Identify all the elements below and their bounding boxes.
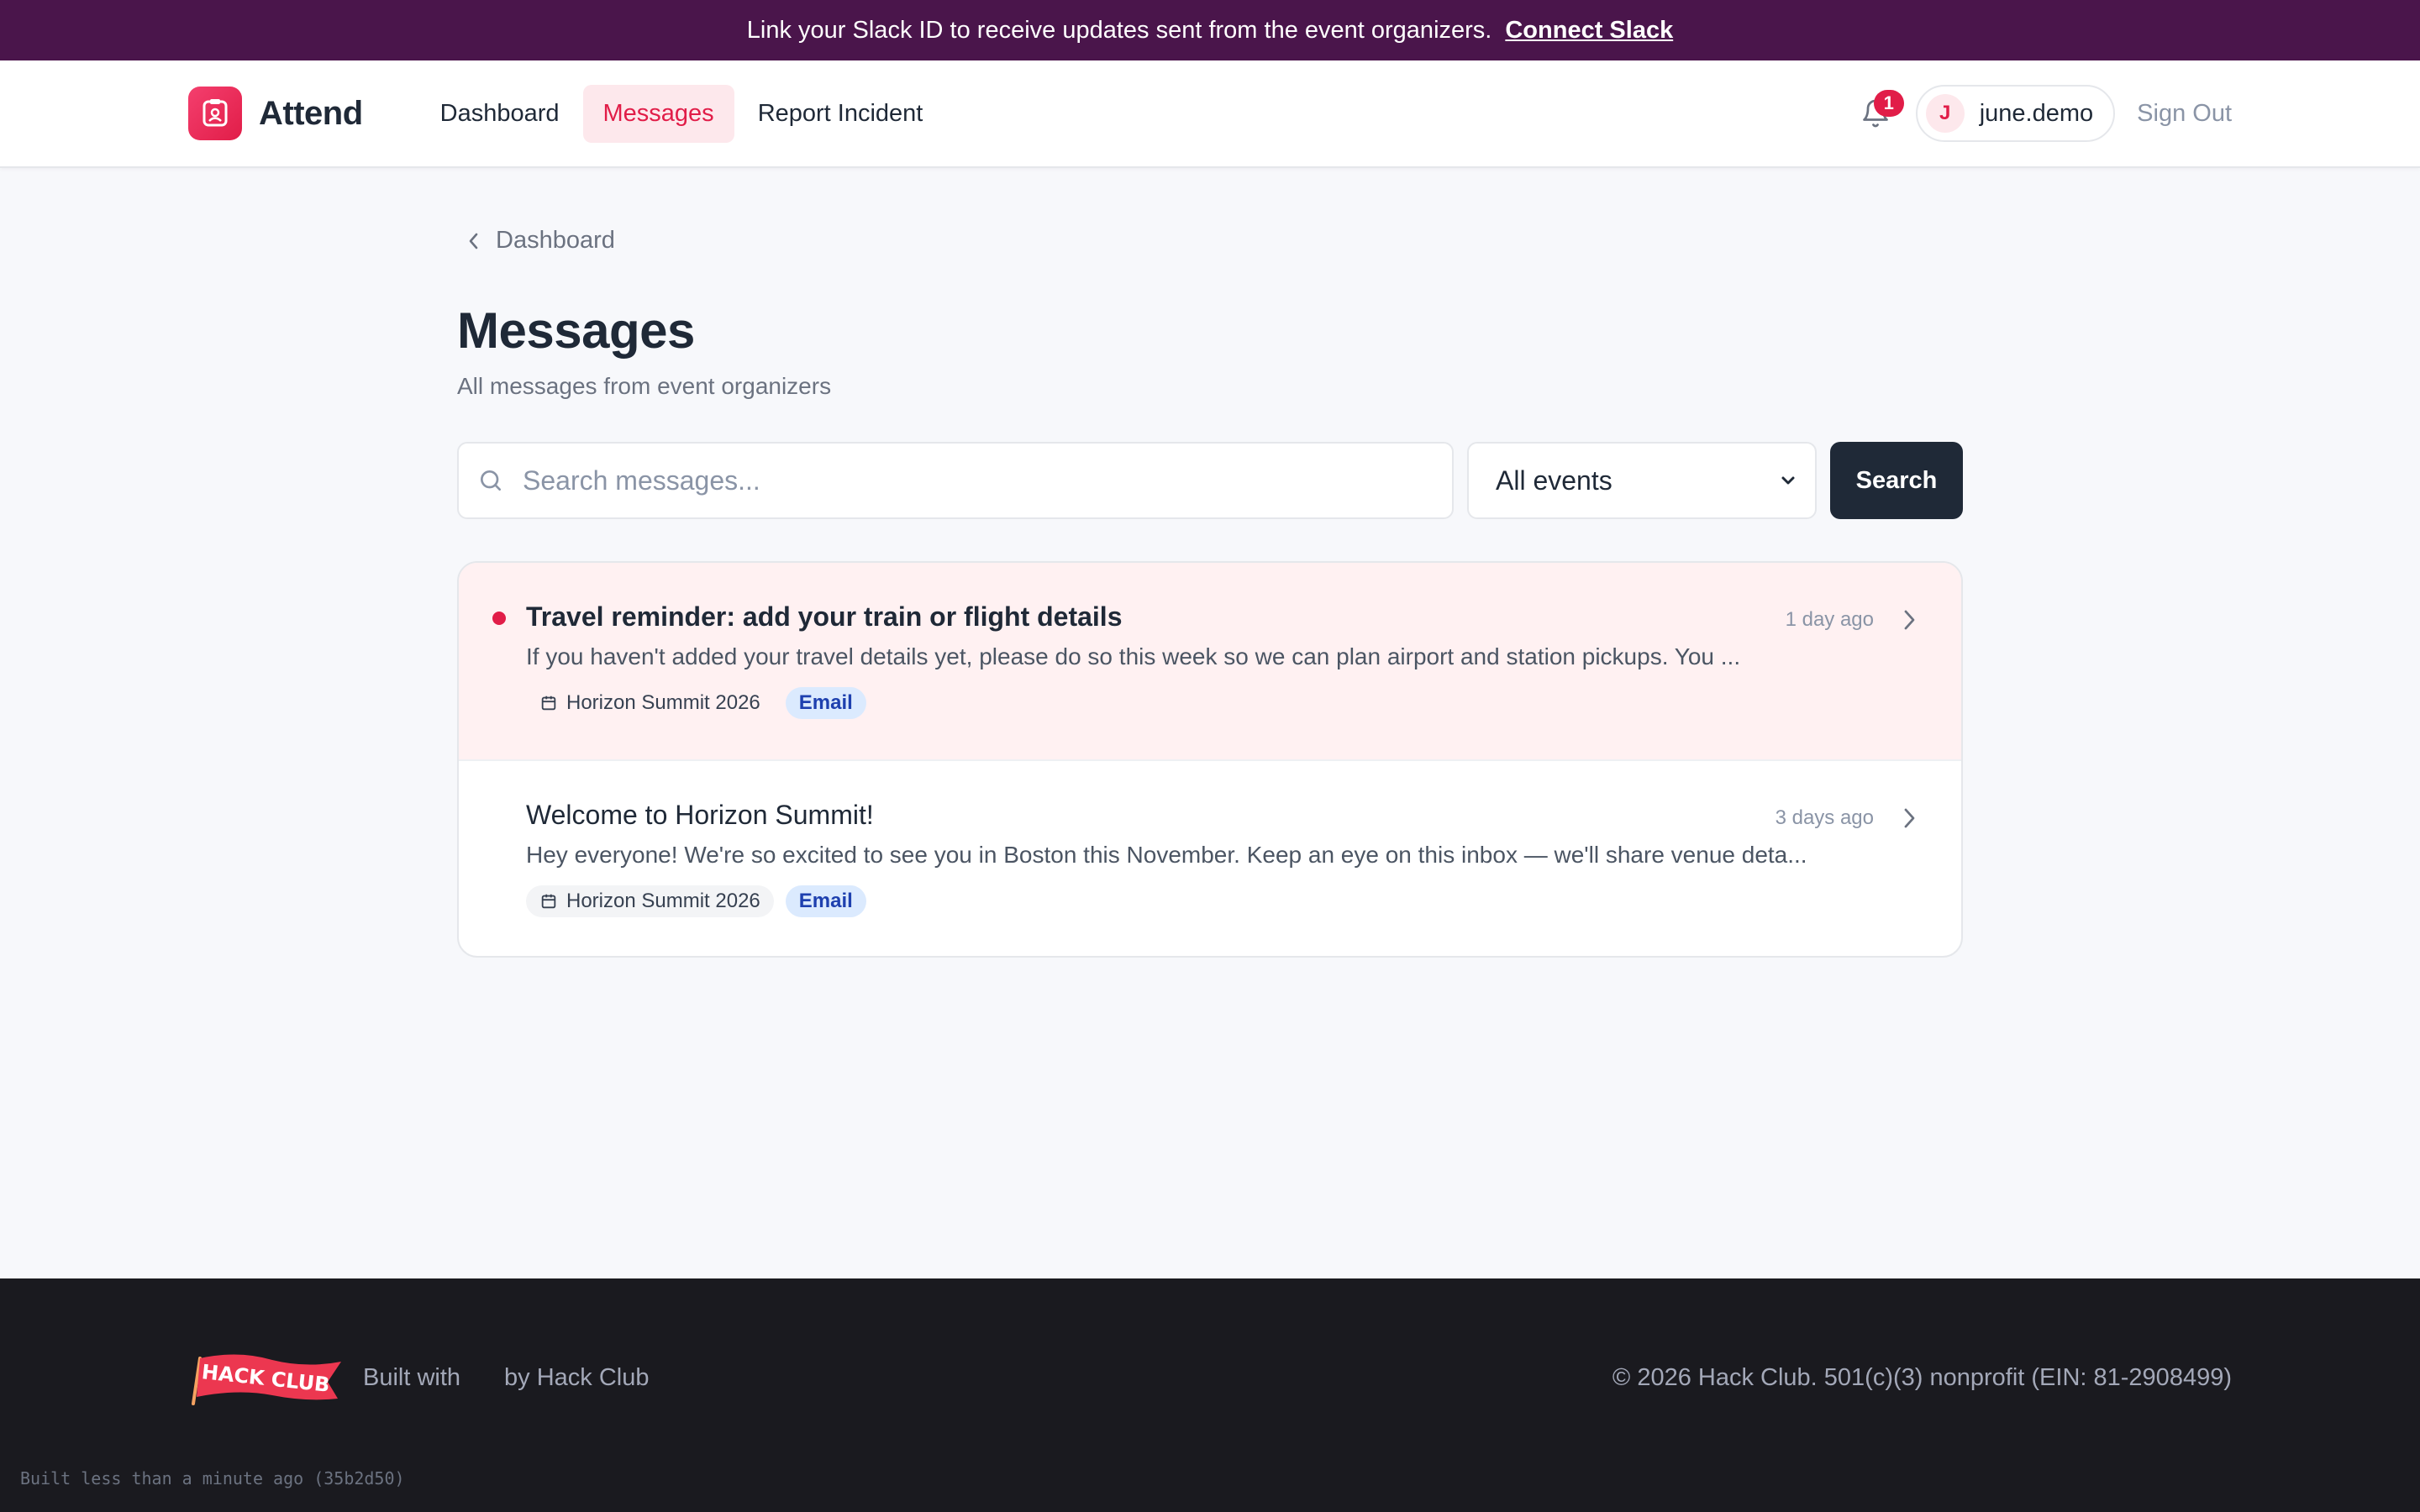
main-content: Dashboard Messages All messages from eve… — [457, 168, 1963, 958]
notifications-button[interactable]: 1 — [1852, 90, 1904, 137]
chevron-down-icon — [1781, 476, 1795, 485]
brand-name: Attend — [259, 94, 363, 132]
page-title: Messages — [457, 302, 695, 359]
header-actions: 1 J june.demo Sign Out — [1852, 85, 2232, 142]
nav-dashboard[interactable]: Dashboard — [420, 85, 580, 143]
message-title: Welcome to Horizon Summit! — [526, 800, 874, 830]
calendar-icon — [541, 696, 556, 711]
sign-out-button[interactable]: Sign Out — [2137, 100, 2232, 128]
page-subtitle: All messages from event organizers — [457, 373, 832, 399]
nav-messages[interactable]: Messages — [582, 84, 734, 143]
message-preview: Hey everyone! We're so excited to see yo… — [526, 842, 1807, 868]
message-item[interactable]: Welcome to Horizon Summit! 3 days ago He… — [459, 759, 1961, 956]
chevron-right-icon — [1904, 808, 1915, 828]
search-input[interactable] — [523, 465, 1434, 496]
avatar: J — [1925, 94, 1965, 133]
event-tag-label: Horizon Summit 2026 — [566, 691, 760, 714]
channel-badge: Email — [785, 885, 866, 917]
notification-badge: 1 — [1873, 90, 1904, 117]
calendar-icon — [541, 894, 556, 909]
top-nav: Attend Dashboard Messages Report Inciden… — [0, 60, 2420, 168]
brand[interactable]: Attend — [188, 87, 363, 140]
event-tag-label: Horizon Summit 2026 — [566, 890, 760, 912]
slack-banner: Link your Slack ID to receive updates se… — [0, 0, 2420, 60]
message-tags: Horizon Summit 2026 Email — [526, 885, 1894, 917]
build-info: Built less than a minute ago (35b2d50) — [20, 1468, 405, 1488]
event-filter-select[interactable]: All events — [1467, 442, 1817, 519]
event-tag: Horizon Summit 2026 — [526, 885, 774, 917]
message-time: 3 days ago — [1775, 806, 1874, 829]
user-menu[interactable]: J june.demo — [1915, 85, 2116, 142]
breadcrumb-label: Dashboard — [496, 227, 615, 254]
copyright: © 2026 Hack Club. 501(c)(3) nonprofit (E… — [1612, 1363, 2232, 1391]
by-hack-club[interactable]: by Hack Club — [504, 1364, 649, 1392]
event-filter-value: All events — [1496, 465, 1612, 496]
message-title: Travel reminder: add your train or fligh… — [526, 601, 1123, 632]
search-field — [457, 442, 1454, 519]
unread-indicator — [492, 612, 506, 625]
message-item[interactable]: Travel reminder: add your train or fligh… — [459, 563, 1961, 759]
banner-text: Link your Slack ID to receive updates se… — [746, 16, 1492, 44]
built-with: Built with by Hack Club — [363, 1364, 650, 1392]
message-time: 1 day ago — [1785, 608, 1874, 631]
username: june.demo — [1979, 99, 2094, 127]
main-nav: Dashboard Messages Report Incident — [420, 84, 944, 143]
nav-report-incident[interactable]: Report Incident — [738, 85, 944, 143]
channel-badge: Email — [785, 687, 866, 719]
event-tag: Horizon Summit 2026 — [526, 687, 774, 719]
search-icon — [481, 470, 501, 491]
connect-slack-link[interactable]: Connect Slack — [1505, 17, 1673, 45]
message-tags: Horizon Summit 2026 Email — [526, 687, 1894, 719]
attend-logo-icon — [188, 87, 242, 140]
footer: HACK CLUB Built with by Hack Club © 2026… — [0, 1278, 2420, 1512]
built-with-label: Built with — [363, 1363, 461, 1391]
hack-club-flag-logo[interactable]: HACK CLUB — [188, 1350, 343, 1405]
message-preview: If you haven't added your travel details… — [526, 643, 1741, 669]
message-list: Travel reminder: add your train or fligh… — [457, 561, 1963, 958]
breadcrumb-back[interactable]: Dashboard — [457, 227, 1963, 255]
search-button[interactable]: Search — [1830, 442, 1963, 519]
footer-row: HACK CLUB Built with by Hack Club © 2026… — [0, 1319, 2420, 1436]
chevron-left-icon — [469, 233, 478, 249]
chevron-right-icon — [1904, 610, 1915, 630]
search-bar: All events Search — [457, 442, 1963, 519]
